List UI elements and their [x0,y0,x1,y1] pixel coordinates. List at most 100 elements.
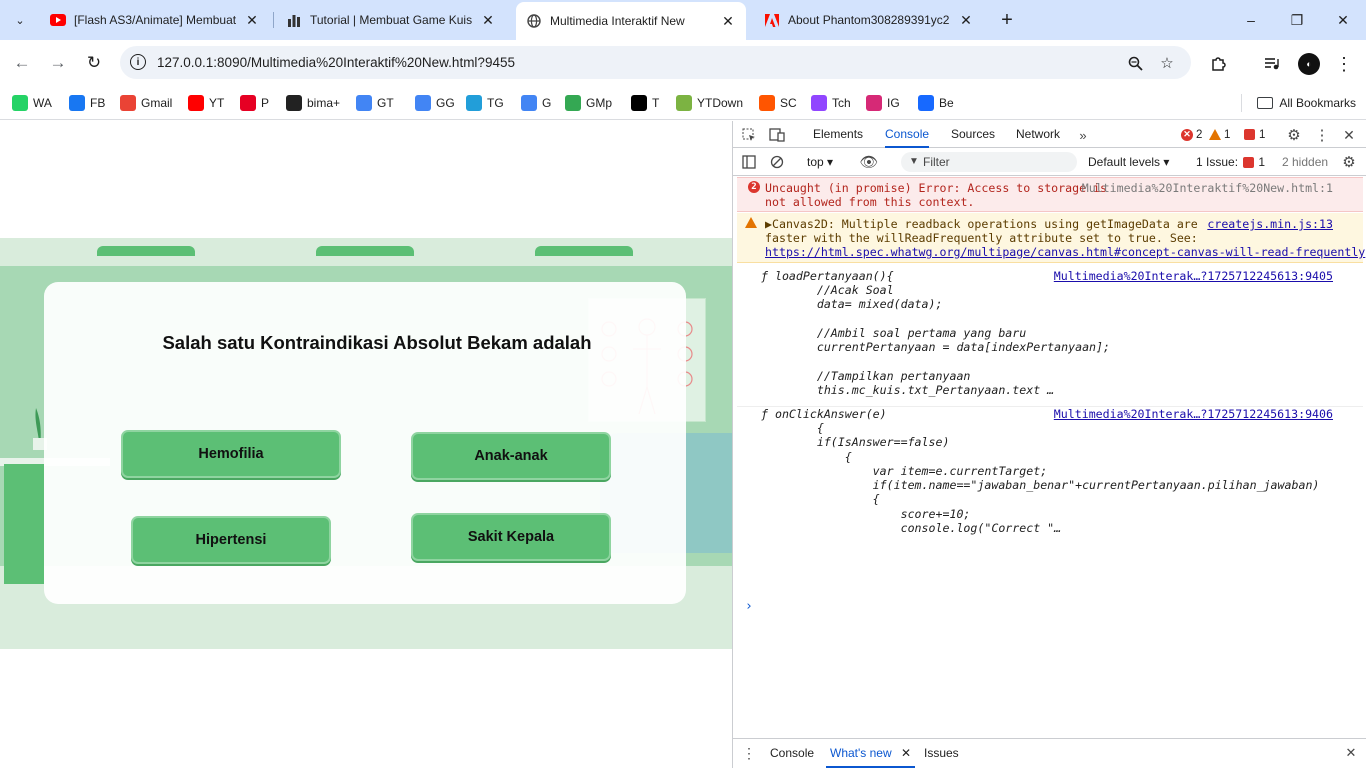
bookmark-gg[interactable]: GG [415,92,455,114]
bookmark-label: Be [939,96,954,110]
close-icon[interactable]: ✕ [901,746,911,760]
error-source-link[interactable]: Multimedia%20Interaktif%20New.html:1 [1082,181,1333,195]
minimize-button[interactable]: – [1228,0,1274,40]
all-bookmarks-button[interactable]: All Bookmarks [1257,92,1356,114]
bookmark-star-icon[interactable]: ☆ [1157,53,1177,73]
google-icon [415,95,431,111]
close-tab-icon[interactable]: ✕ [244,12,260,28]
site-info-icon[interactable]: i [130,54,146,70]
drawer-tab-issues[interactable]: Issues [924,739,959,768]
bookmark-g[interactable]: G [521,92,551,114]
kebab-menu-icon[interactable]: ⋮ [1312,125,1332,145]
bookmark-p[interactable]: P [240,92,269,114]
forward-button[interactable]: → [44,49,72,77]
device-toolbar-icon[interactable] [767,125,787,145]
x-icon [631,95,647,111]
warning-count-badge[interactable]: 1 [1209,127,1230,142]
answer-button-hipertensi[interactable]: Hipertensi [131,516,331,564]
issue-count-badge[interactable]: 1 [1244,127,1265,142]
browser-tab[interactable]: About Phantom308289391yc2 ✕ [754,4,984,36]
bookmark-bima-[interactable]: bima+ [286,92,340,114]
bookmark-label: G [542,96,552,110]
bookmark-yt[interactable]: YT [188,92,224,114]
chrome-menu-icon[interactable]: ⋮ [1332,52,1356,76]
function-head[interactable]: ƒ onClickAnswer(e) [761,407,887,421]
issues-indicator[interactable]: 1 Issue: 1 [1196,155,1265,169]
drawer-tab-console[interactable]: Console [770,739,814,768]
close-tab-icon[interactable]: ✕ [720,13,736,29]
close-devtools-icon[interactable]: ✕ [1339,125,1359,145]
fn2-source-link[interactable]: Multimedia%20Interak…?1725712245613:9406 [1054,407,1333,421]
bookmark-gt[interactable]: GT [356,92,394,114]
new-tab-button[interactable]: + [995,8,1019,32]
drawer-tab-whats-new[interactable]: What's new ✕ [826,739,916,768]
bookmark-tch[interactable]: Tch [811,92,851,114]
quiz-stage: Salah satu Kontraindikasi Absolut Bekam … [0,238,732,649]
browser-tab[interactable]: Tutorial | Membuat Game Kuis ✕ [276,4,506,36]
stage-decoration [535,246,633,256]
warning-expand[interactable]: ▶Canvas2D: Multiple readback operations … [765,217,1198,231]
answer-button-hemofilia[interactable]: Hemofilia [121,430,341,478]
tab-sources[interactable]: Sources [951,121,995,148]
restore-button[interactable]: ❐ [1274,0,1320,40]
bookmark-label: GMp [586,96,613,110]
spec-link[interactable]: https://html.spec.whatwg.org/multipage/c… [765,245,1365,259]
console-prompt[interactable]: › [745,599,753,614]
bookmark-ytdown[interactable]: YTDown [676,92,743,114]
answer-button-sakit-kepala[interactable]: Sakit Kepala [411,513,611,561]
bookmark-ig[interactable]: IG [866,92,900,114]
extensions-icon[interactable] [1206,52,1230,76]
tab-elements[interactable]: Elements [813,121,863,148]
gear-icon[interactable]: ⚙ [1284,125,1304,145]
profile-avatar[interactable]: ◐ [1297,52,1321,76]
close-tab-icon[interactable]: ✕ [958,12,974,28]
error-count-badge[interactable]: ✕ 2 [1181,127,1202,142]
bookmark-fb[interactable]: FB [69,92,105,114]
quiz-card: Salah satu Kontraindikasi Absolut Bekam … [44,282,686,604]
arrow-left-icon: ← [13,53,31,72]
bookmark-be[interactable]: Be [918,92,954,114]
more-tabs-icon[interactable]: » [1073,125,1093,145]
reload-button[interactable]: ↻ [80,49,108,77]
bookmark-t[interactable]: T [631,92,659,114]
live-expression-eye-icon[interactable]: 👁 [859,152,879,172]
close-drawer-icon[interactable]: ✕ [1341,743,1361,763]
bookmark-sc[interactable]: SC [759,92,797,114]
answer-button-anak-anak[interactable]: Anak-anak [411,432,611,480]
media-control-icon[interactable] [1260,52,1284,76]
tab-console[interactable]: Console [885,121,930,148]
console-output: 2 Uncaught (in promise) Error: Access to… [733,177,1366,737]
url-text[interactable]: 127.0.0.1:8090/Multimedia%20Interaktif%2… [157,55,515,70]
bookmark-wa[interactable]: WA [12,92,52,114]
console-filter-input[interactable]: ▼ Filter [901,152,1077,172]
tab-search-button[interactable]: ⌄ [8,8,32,32]
back-button[interactable]: ← [8,49,36,77]
log-levels-dropdown[interactable]: Default levels ▾ [1088,155,1169,169]
bookmark-gmail[interactable]: Gmail [120,92,172,114]
inspect-element-icon[interactable] [739,125,759,145]
bookmark-label: bima+ [307,96,341,110]
function-head[interactable]: ƒ loadPertanyaan(){ [761,269,894,283]
bookmark-gmp[interactable]: GMp [565,92,612,114]
bookmark-label: YT [209,96,225,110]
drawer-menu-icon[interactable]: ⋮ [739,743,759,763]
soundcloud-icon [759,95,775,111]
close-window-button[interactable]: ✕ [1320,0,1366,40]
zoom-icon[interactable] [1125,53,1145,73]
bima-icon [286,95,302,111]
tab-title: Multimedia Interaktif New [550,14,685,28]
browser-tab-active[interactable]: Multimedia Interaktif New ✕ [516,2,746,40]
warning-source-link[interactable]: createjs.min.js:13 [1207,217,1333,231]
bookmark-label: GT [377,96,394,110]
context-selector[interactable]: top ▾ [807,155,833,169]
address-bar[interactable]: i 127.0.0.1:8090/Multimedia%20Interaktif… [120,46,1191,79]
sidebar-toggle-icon[interactable] [739,152,759,172]
fn1-source-link[interactable]: Multimedia%20Interak…?1725712245613:9405 [1054,269,1333,283]
close-tab-icon[interactable]: ✕ [480,12,496,28]
bookmark-tg[interactable]: TG [466,92,504,114]
warning-icon [745,217,757,228]
console-settings-gear-icon[interactable]: ⚙ [1339,152,1359,172]
tab-network[interactable]: Network [1016,121,1060,148]
browser-tab[interactable]: [Flash AS3/Animate] Membuat ✕ [40,4,270,36]
clear-console-icon[interactable] [767,152,787,172]
